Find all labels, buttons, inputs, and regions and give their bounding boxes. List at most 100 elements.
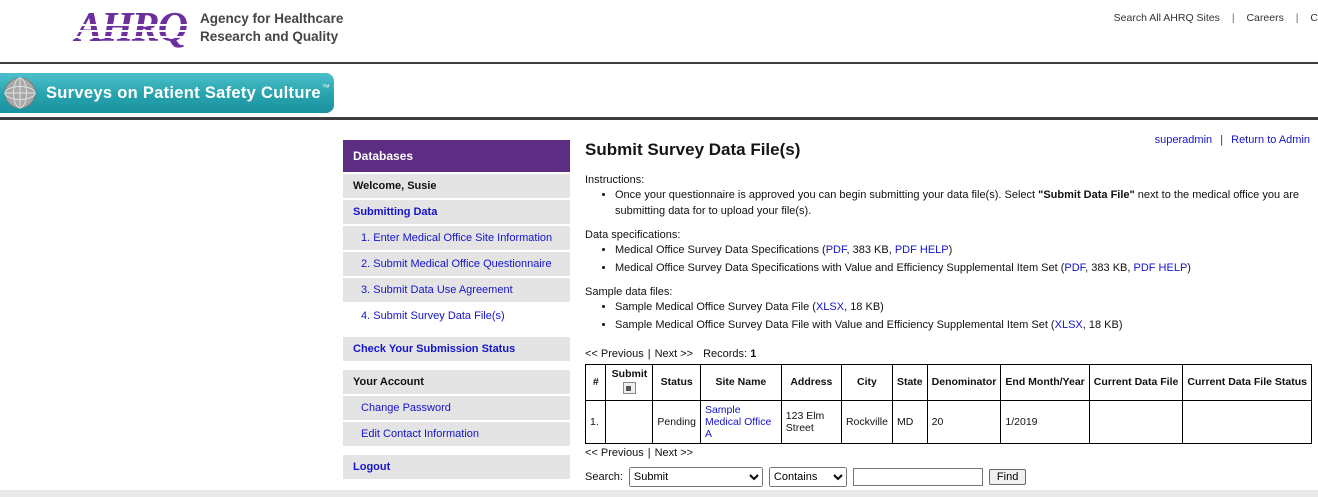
- sidebar-item-label: Logout: [353, 461, 390, 473]
- sops-banner-title: Surveys on Patient Safety Culture: [46, 84, 321, 103]
- search-field-select[interactable]: Submit: [629, 467, 763, 487]
- pdf-link[interactable]: PDF: [1064, 262, 1085, 274]
- data-spec-bullet: Medical Office Survey Data Specification…: [615, 261, 1312, 277]
- sample-file-bullet: Sample Medical Office Survey Data File w…: [615, 318, 1312, 334]
- top-nav: Search All AHRQ Sites | Careers | C: [1114, 12, 1318, 24]
- instructions-label: Instructions:: [585, 174, 1312, 186]
- site-name-link[interactable]: Sample Medical Office A: [705, 404, 771, 440]
- top-nav-search-all-ahrq-sites[interactable]: Search All AHRQ Sites: [1114, 12, 1220, 24]
- sidebar-item-label: Welcome, Susie: [353, 180, 437, 192]
- sidebar-item-label: 2. Submit Medical Office Questionnaire: [361, 258, 552, 270]
- sidebar-item-submit-questionnaire[interactable]: 2. Submit Medical Office Questionnaire: [343, 252, 570, 276]
- pdf-help-link[interactable]: PDF HELP: [1133, 262, 1187, 274]
- site-header: AHRQ Agency for Healthcare Research and …: [0, 0, 1318, 62]
- ahrq-tagline: Agency for Healthcare Research and Quali…: [200, 10, 343, 45]
- sidebar-item-label: 3. Submit Data Use Agreement: [361, 284, 513, 296]
- col-header-city: City: [841, 364, 892, 400]
- cell-current-data-file-status: [1183, 400, 1312, 443]
- find-button[interactable]: Find: [989, 469, 1026, 485]
- bullet-text: ): [949, 244, 953, 256]
- pdf-link[interactable]: PDF: [826, 244, 847, 256]
- submit-data-file-emphasis: "Submit Data File": [1038, 189, 1135, 201]
- cell-current-data-file: [1089, 400, 1183, 443]
- bullet-text: Sample Medical Office Survey Data File w…: [615, 319, 1055, 331]
- ahrq-logo[interactable]: AHRQ Agency for Healthcare Research and …: [75, 7, 343, 49]
- pdf-help-link[interactable]: PDF HELP: [895, 244, 949, 256]
- footer-strip: [0, 490, 1318, 497]
- next-link[interactable]: Next >>: [655, 348, 694, 360]
- next-link[interactable]: Next >>: [655, 447, 694, 459]
- sort-icon[interactable]: [623, 382, 636, 394]
- sidebar-header-databases: Databases: [343, 140, 570, 172]
- bullet-text: , 383 KB,: [847, 244, 895, 256]
- bullet-text: , 383 KB,: [1085, 262, 1133, 274]
- pagination-bottom: << Previous | Next >>: [585, 447, 1312, 459]
- submissions-table: # Submit Status Site Name Address City S…: [585, 364, 1312, 444]
- sample-data-files-label: Sample data files:: [585, 286, 1312, 298]
- previous-link[interactable]: << Previous: [585, 447, 644, 459]
- xlsx-link[interactable]: XLSX: [1055, 319, 1083, 331]
- bullet-text: ): [1187, 262, 1191, 274]
- cell-num: 1.: [586, 400, 606, 443]
- cell-end-month-year: 1/2019: [1001, 400, 1089, 443]
- instructions-bullet: Once your questionnaire is approved you …: [615, 188, 1312, 220]
- tagline-line2: Research and Quality: [200, 28, 343, 46]
- search-input[interactable]: [853, 468, 983, 486]
- col-header-submit-label: Submit: [610, 368, 648, 380]
- sidebar-item-logout[interactable]: Logout: [343, 455, 570, 479]
- top-nav-separator: |: [1296, 12, 1299, 24]
- page-title: Submit Survey Data File(s): [585, 140, 1312, 160]
- search-row: Search: Submit Contains Find: [585, 467, 1312, 487]
- trademark-symbol: ™: [322, 83, 330, 92]
- cell-submit: [606, 400, 653, 443]
- sidebar-item-edit-contact-information[interactable]: Edit Contact Information: [343, 422, 570, 446]
- sidebar-item-submit-survey-data-files[interactable]: 4. Submit Survey Data File(s): [343, 304, 570, 328]
- cell-city: Rockville: [841, 400, 892, 443]
- col-header-num: #: [586, 364, 606, 400]
- pagination-separator: |: [648, 447, 651, 459]
- top-nav-careers[interactable]: Careers: [1246, 12, 1283, 24]
- col-header-state: State: [892, 364, 927, 400]
- col-header-site-name: Site Name: [700, 364, 781, 400]
- col-header-denominator: Denominator: [927, 364, 1001, 400]
- col-header-end-month-year: End Month/Year: [1001, 364, 1089, 400]
- pagination-separator: |: [648, 348, 651, 360]
- col-header-address: Address: [781, 364, 841, 400]
- records-count: 1: [750, 348, 756, 360]
- previous-link[interactable]: << Previous: [585, 348, 644, 360]
- ahrq-logo-text: AHRQ: [75, 7, 190, 49]
- cell-status: Pending: [653, 400, 701, 443]
- content-area: superadmin | Return to Admin Databases W…: [0, 120, 1318, 492]
- search-operator-select[interactable]: Contains: [769, 467, 847, 487]
- bullet-text: Sample Medical Office Survey Data File (: [615, 301, 816, 313]
- cell-address: 123 Elm Street: [781, 400, 841, 443]
- instructions-list: Once your questionnaire is approved you …: [615, 188, 1312, 220]
- records-label: Records:: [703, 348, 747, 360]
- sidebar-item-label: Check Your Submission Status: [353, 343, 515, 355]
- sidebar-item-submitting-data[interactable]: Submitting Data: [343, 200, 570, 224]
- sidebar-item-change-password[interactable]: Change Password: [343, 396, 570, 420]
- bullet-text: , 18 KB): [1083, 319, 1123, 331]
- sidebar-item-welcome: Welcome, Susie: [343, 174, 570, 198]
- sidebar-item-check-submission-status[interactable]: Check Your Submission Status: [343, 337, 570, 361]
- sops-banner-strip: Surveys on Patient Safety Culture ™: [0, 62, 1318, 120]
- col-header-current-data-file-status: Current Data File Status: [1183, 364, 1312, 400]
- col-header-submit: Submit: [606, 364, 653, 400]
- sidebar-item-enter-site-information[interactable]: 1. Enter Medical Office Site Information: [343, 226, 570, 250]
- cell-site-name: Sample Medical Office A: [700, 400, 781, 443]
- sidebar-item-label: Your Account: [353, 376, 424, 388]
- sidebar-item-label: 1. Enter Medical Office Site Information: [361, 232, 552, 244]
- data-specifications-label: Data specifications:: [585, 229, 1312, 241]
- col-header-status: Status: [653, 364, 701, 400]
- sidebar: Databases Welcome, Susie Submitting Data…: [343, 140, 570, 479]
- cell-denominator: 20: [927, 400, 1001, 443]
- top-nav-truncated-link[interactable]: C: [1310, 12, 1318, 24]
- search-label: Search:: [585, 471, 623, 483]
- data-specifications-list: Medical Office Survey Data Specification…: [615, 243, 1312, 277]
- instructions-text-before: Once your questionnaire is approved you …: [615, 189, 1038, 201]
- xlsx-link[interactable]: XLSX: [816, 301, 844, 313]
- sidebar-item-your-account: Your Account: [343, 370, 570, 394]
- sidebar-item-submit-data-use-agreement[interactable]: 3. Submit Data Use Agreement: [343, 278, 570, 302]
- sample-file-bullet: Sample Medical Office Survey Data File (…: [615, 300, 1312, 316]
- main-panel: Submit Survey Data File(s) Instructions:…: [585, 140, 1312, 487]
